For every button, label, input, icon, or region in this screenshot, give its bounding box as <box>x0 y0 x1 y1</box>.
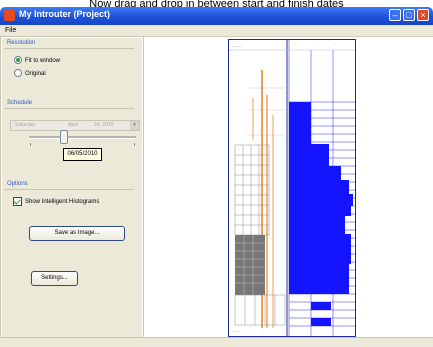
schedule-group-title: Schedule <box>7 100 33 106</box>
schedule-visualization-area: .......... .......... ... ... ... <box>144 37 433 337</box>
checkbox-icon <box>13 197 22 206</box>
radio-original[interactable]: Original <box>14 69 46 79</box>
radio-original-label: Original <box>25 71 46 77</box>
settings-panel: Resolution Fit to window Original Schedu… <box>0 36 144 346</box>
minimize-button[interactable]: – <box>389 9 401 21</box>
svg-text:..........: .......... <box>232 44 242 48</box>
menu-file[interactable]: File <box>5 25 16 36</box>
svg-text:...: ... <box>293 42 296 46</box>
schedule-slider-thumb[interactable] <box>60 130 68 144</box>
date-value: 24, 2010 <box>94 122 114 128</box>
schedule-chart-drawing: .......... .......... ... ... ... <box>229 40 355 336</box>
save-as-image-button[interactable]: Save as Image... <box>29 226 125 241</box>
schedule-slider-track[interactable] <box>29 136 136 139</box>
resolution-divider <box>4 48 134 49</box>
title-bar[interactable]: My Introuter (Project) – □ × <box>0 7 433 25</box>
radio-fit-to-window[interactable]: Fit to window <box>14 56 60 66</box>
slider-tooltip: 06/05/2010 <box>63 148 102 161</box>
radio-fit-to-window-label: Fit to window <box>25 58 61 64</box>
close-button[interactable]: × <box>417 9 429 21</box>
schedule-date-picker[interactable]: Saturday April 24, 2010 ▾ <box>10 120 140 131</box>
menu-bar: File <box>0 25 433 37</box>
svg-text:...: ... <box>333 42 336 46</box>
slider-tick <box>30 143 31 146</box>
maximize-button[interactable]: □ <box>403 9 415 21</box>
show-histograms-checkbox[interactable]: Show Intelligent Histograms <box>13 197 99 207</box>
options-divider <box>4 189 134 190</box>
date-dropdown-icon[interactable]: ▾ <box>130 121 139 130</box>
date-month: April <box>68 122 79 128</box>
schedule-divider <box>4 108 134 109</box>
window-title: My Introuter (Project) <box>19 9 111 19</box>
settings-button[interactable]: Settings... <box>31 271 78 286</box>
radio-fit-to-window-icon <box>14 56 22 65</box>
date-day: Saturday <box>15 122 36 128</box>
panel-frame <box>0 36 144 340</box>
schedule-chart[interactable]: .......... .......... ... ... ... <box>228 39 356 337</box>
show-histograms-label: Show Intelligent Histograms <box>25 199 100 206</box>
slider-tick <box>134 143 135 146</box>
radio-original-icon <box>14 69 22 78</box>
resolution-group-title: Resolution <box>7 40 36 46</box>
app-icon <box>4 10 15 21</box>
svg-text:...: ... <box>313 42 316 46</box>
svg-text:..........: .......... <box>232 329 241 333</box>
options-group-title: Options <box>7 181 28 187</box>
instruction-caption: Now drag and drop in between start and f… <box>0 0 433 7</box>
